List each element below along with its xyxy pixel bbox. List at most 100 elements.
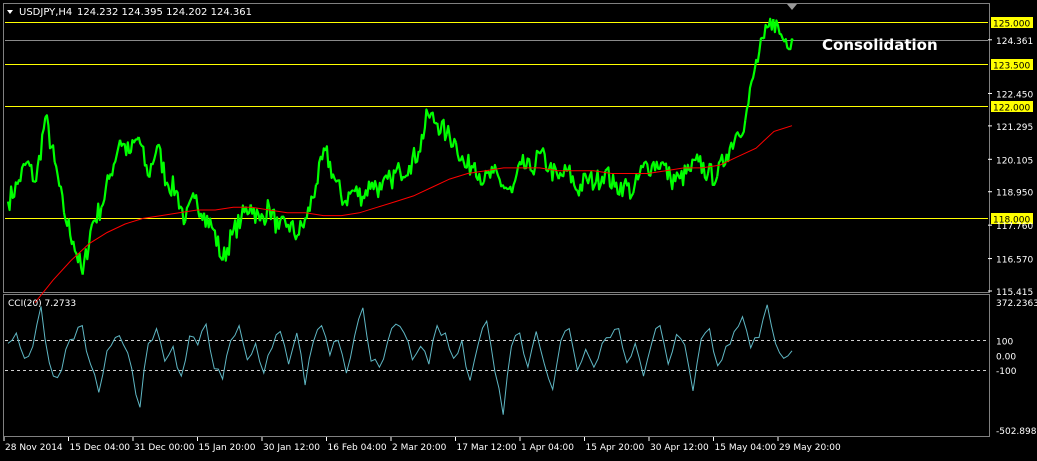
time-tick-8: 1 Apr 04:00 [521, 443, 574, 453]
price-segment [735, 119, 747, 139]
time-tick-4: 30 Jan 12:00 [263, 443, 320, 453]
price-tick-2: 121.295 [996, 123, 1033, 133]
price-segment [651, 160, 663, 172]
price-segment [622, 178, 635, 200]
price-segment [408, 146, 420, 175]
price-series [6, 17, 794, 275]
consolidation-label: Consolidation [822, 36, 938, 54]
price-segment [147, 145, 159, 178]
price-segment [44, 114, 56, 163]
price-segment [762, 17, 775, 39]
time-tick-11: 15 May 04:00 [715, 443, 777, 453]
time-tick-5: 16 Feb 04:00 [328, 443, 387, 453]
price-segment [557, 164, 568, 180]
time-tick-10: 30 Apr 12:00 [650, 443, 709, 453]
cci-line [7, 304, 793, 415]
price-segment [6, 181, 19, 212]
price-segment [175, 189, 187, 226]
time-tick-0: 28 Nov 2014 [5, 443, 63, 453]
level-tag-2: 122.000 [993, 104, 1030, 114]
price-segment [352, 185, 364, 207]
price-segment [34, 117, 47, 183]
price-segment [632, 164, 644, 194]
cci-title: CCI(20) 7.2733 [8, 299, 76, 309]
price-segment [296, 217, 307, 237]
price-segment [212, 228, 224, 262]
price-segment [744, 69, 756, 121]
price-segment [454, 142, 467, 169]
cci-axis: 372.2363 100 0.00 -100 -502.8983 [996, 299, 1037, 437]
time-axis: 28 Nov 2014 15 Dec 04:00 31 Dec 00:00 15 Ja… [3, 437, 841, 453]
time-tick-7: 17 Mar 12:00 [457, 443, 517, 453]
symbol-title: USDJPY,H4 [19, 7, 72, 18]
time-tick-6: 2 Mar 20:00 [392, 443, 447, 453]
price-segment [725, 133, 738, 163]
price-tick-1: 122.450 [996, 90, 1033, 100]
price-segment [26, 160, 37, 183]
time-tick-12: 29 May 20:00 [779, 443, 841, 453]
price-segment [137, 136, 150, 177]
cci-tick-0: 372.2363 [996, 299, 1037, 309]
chart-shift-icon[interactable] [787, 4, 797, 10]
time-tick-2: 31 Dec 00:00 [134, 443, 195, 453]
price-segment [772, 18, 784, 40]
level-tag-0: 125.000 [993, 20, 1030, 30]
price-segment [184, 192, 196, 222]
price-segment [501, 184, 514, 194]
price-segment [118, 139, 131, 157]
cci-tick-1: 100 [996, 337, 1013, 347]
ohlc-values: 124.232 124.395 124.202 124.361 [77, 7, 252, 18]
chart-svg[interactable]: 125.000123.500122.000118.000 124.361122.… [0, 0, 1037, 457]
time-tick-3: 15 Jan 20:00 [199, 443, 256, 453]
price-segment [240, 204, 252, 219]
price-segment [286, 220, 299, 241]
price-tick-0: 124.361 [996, 37, 1033, 47]
price-segment [361, 180, 374, 200]
price-tick-5: 117.760 [996, 222, 1033, 232]
price-segment [16, 161, 28, 186]
cci-tick-4: -502.8983 [996, 427, 1037, 437]
price-segment [258, 199, 271, 226]
cci-tick-2: 0.00 [996, 352, 1016, 362]
trading-chart[interactable]: 125.000 123.500 122.000 118.000 124.361 122.… [0, 0, 1037, 457]
price-segment [165, 175, 178, 197]
price-segment [72, 240, 84, 275]
price-segment [100, 173, 112, 208]
cci-pane-frame [3, 294, 990, 437]
cci-tick-3: -100 [996, 367, 1017, 377]
price-segment [193, 194, 206, 222]
price-segment [548, 161, 560, 182]
price-segment [53, 161, 66, 213]
price-segment [62, 212, 75, 246]
price-segment [398, 164, 411, 182]
price-segment [343, 189, 354, 207]
price-segment [510, 160, 523, 194]
price-segment [576, 172, 588, 197]
price-segment [689, 153, 700, 173]
price-segment [585, 170, 598, 191]
price-segment [370, 180, 383, 199]
price-tick-6: 116.570 [996, 256, 1033, 266]
price-segment [594, 169, 607, 191]
price-segment [202, 212, 215, 231]
price-segment [669, 171, 682, 191]
price-segment [473, 162, 485, 186]
price-segment [333, 178, 345, 206]
price-segment [436, 118, 448, 142]
cci-series [7, 304, 793, 415]
price-segment [418, 108, 430, 153]
price-tick-4: 118.950 [996, 189, 1033, 199]
price-segment [613, 181, 626, 198]
price-segment [81, 223, 94, 275]
price-segment [315, 147, 327, 186]
price-segment [445, 124, 458, 148]
price-segment [389, 162, 402, 190]
chevron-down-icon[interactable] [7, 10, 13, 14]
price-segment [380, 169, 392, 191]
price-segment [427, 111, 438, 125]
price-segment [109, 139, 122, 177]
level-tag-1: 123.500 [993, 62, 1030, 72]
time-tick-9: 15 Apr 20:00 [586, 443, 645, 453]
price-segment [324, 145, 336, 180]
price-tick-3: 120.105 [996, 156, 1033, 166]
